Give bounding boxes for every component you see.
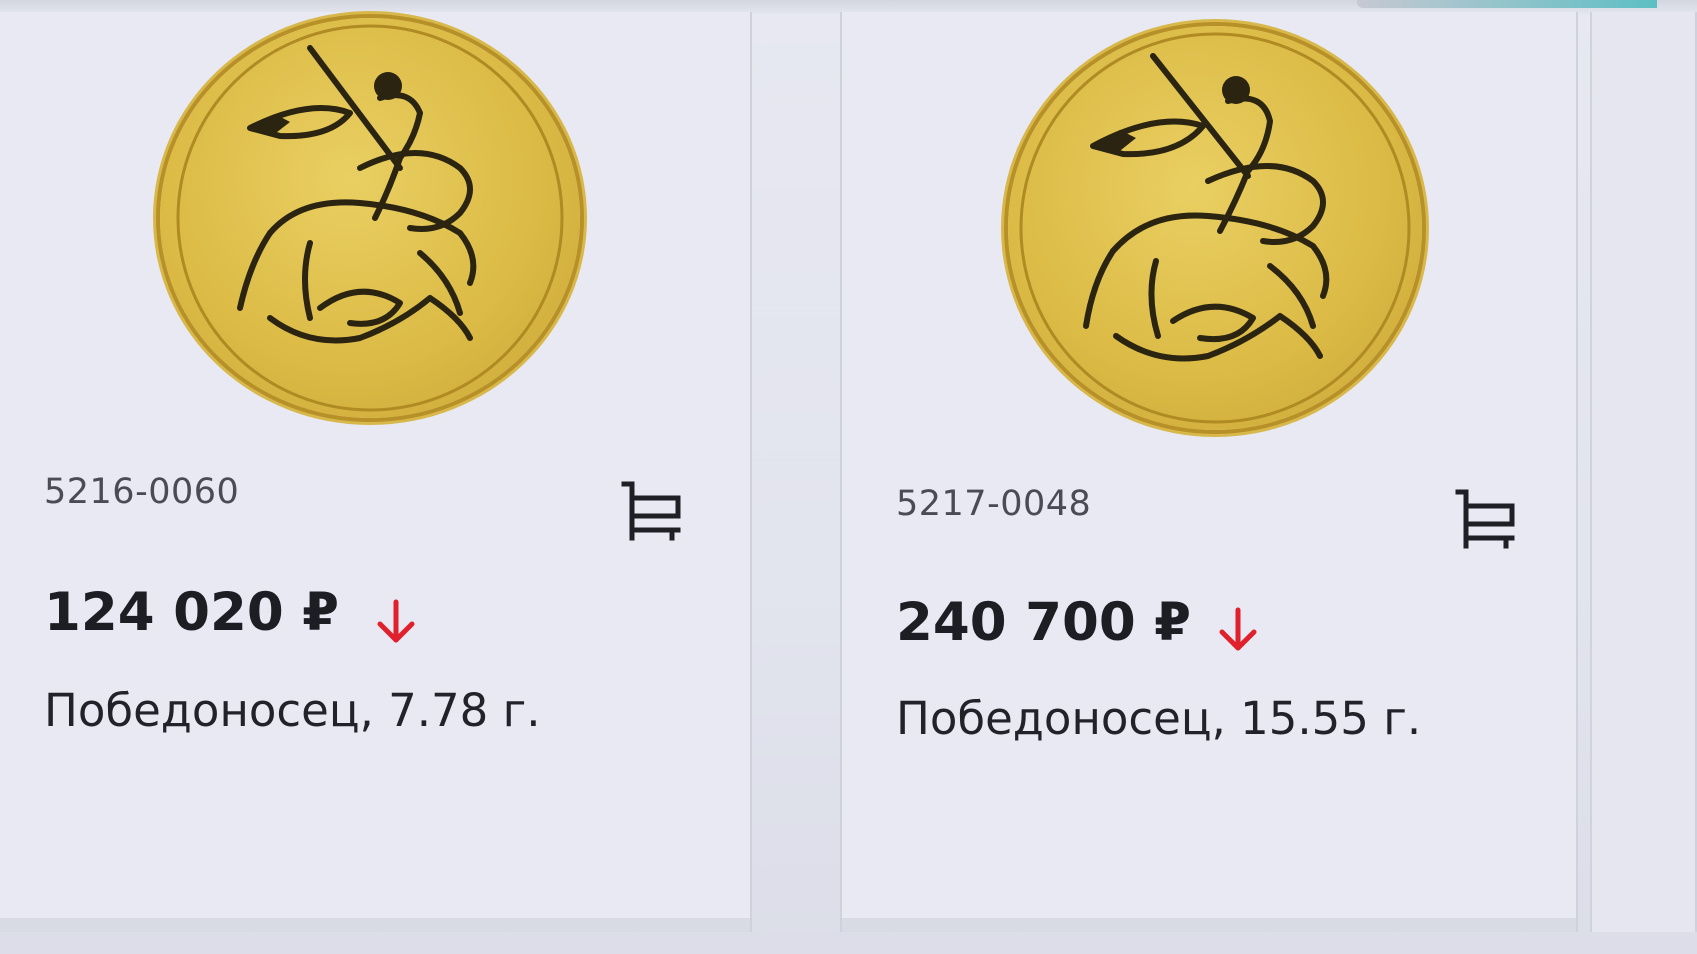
product-grid: 5216-0060 124 020 ₽ Победоносец, 7.78 г.… (0, 0, 1697, 954)
top-accent-bar (1357, 0, 1657, 8)
product-card[interactable]: 5217-0048 240 700 ₽ Победоносец, 15.55 г… (840, 12, 1578, 932)
card-bottom-edge (842, 918, 1576, 932)
arrow-down-icon (374, 598, 418, 646)
product-title[interactable]: Победоносец, 7.78 г. (44, 684, 541, 737)
product-title[interactable]: Победоносец, 15.55 г. (896, 692, 1421, 745)
product-card[interactable]: 5216-0060 124 020 ₽ Победоносец, 7.78 г. (0, 12, 752, 932)
product-card-partial[interactable] (1590, 12, 1697, 932)
product-sku: 5216-0060 (44, 472, 240, 512)
cart-icon[interactable] (620, 480, 684, 542)
product-image-coin[interactable] (160, 18, 580, 418)
product-image-coin[interactable] (1008, 26, 1422, 430)
product-price: 124 020 ₽ (44, 582, 340, 643)
coin-relief-icon (176, 24, 564, 412)
cart-icon[interactable] (1454, 488, 1518, 550)
coin-relief-icon (1019, 32, 1411, 424)
product-sku: 5217-0048 (896, 484, 1092, 524)
arrow-down-icon (1216, 606, 1260, 654)
card-bottom-edge (0, 918, 750, 932)
product-price: 240 700 ₽ (896, 592, 1192, 653)
